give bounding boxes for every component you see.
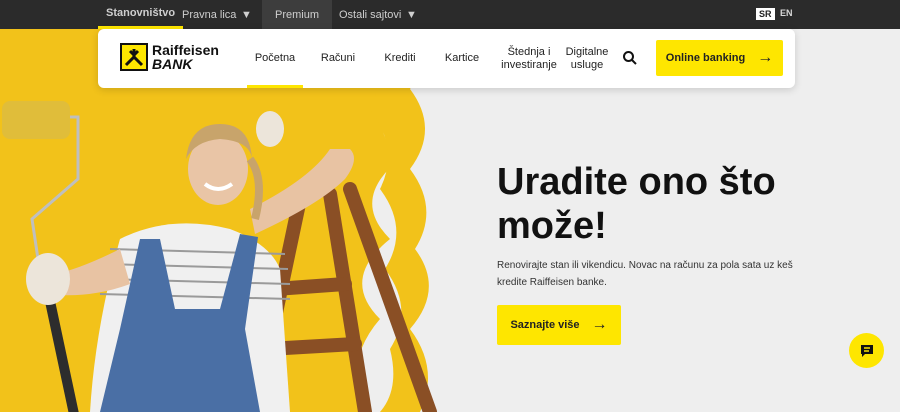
chat-button[interactable]: [849, 333, 884, 368]
chevron-down-icon[interactable]: ▼: [241, 0, 252, 29]
raiffeisen-logo-icon: [120, 43, 148, 71]
segment-pravna-lica[interactable]: Pravna lica: [182, 0, 236, 29]
nav-item-racuni[interactable]: Računi: [316, 29, 360, 88]
logo-text: Raiffeisen BANK: [152, 43, 219, 71]
online-banking-button[interactable]: Online banking →: [656, 40, 783, 76]
cta-label: Saznajte više: [510, 319, 580, 331]
paint-roller: [2, 101, 70, 139]
nav-item-pocetna[interactable]: Početna: [247, 29, 303, 88]
segment-premium[interactable]: Premium: [262, 0, 332, 29]
online-banking-label: Online banking: [665, 52, 746, 64]
arrow-right-icon: →: [591, 316, 608, 333]
segment-stanovnistvo[interactable]: Stanovništvo: [98, 0, 184, 29]
nav-item-krediti[interactable]: Krediti: [378, 29, 422, 88]
hero-text: Renovirajte stan ili vikendicu. Novac na…: [497, 260, 793, 288]
logo-line-2: BANK: [152, 56, 193, 72]
nav-item-stednja[interactable]: Štednja i investiranje: [501, 29, 557, 88]
lang-en[interactable]: EN: [780, 8, 793, 18]
main-nav: Raiffeisen BANK Početna Računi Krediti K…: [98, 29, 795, 88]
nav-item-kartice[interactable]: Kartice: [440, 29, 484, 88]
top-bar: Stanovništvo Pravna lica ▼ Premium Ostal…: [0, 0, 900, 29]
hero-title: Uradite ono što može!: [497, 161, 776, 247]
logo[interactable]: Raiffeisen BANK: [120, 43, 219, 71]
arrow-right-icon: →: [757, 49, 774, 66]
search-icon[interactable]: [622, 50, 638, 66]
segment-ostali-sajtovi[interactable]: Ostali sajtovi: [339, 0, 401, 29]
chat-icon: [860, 344, 873, 357]
chevron-down-icon[interactable]: ▼: [406, 0, 417, 29]
nav-item-digitalne-usluge[interactable]: Digitalne usluge: [562, 29, 612, 88]
logo-line-1: Raiffeisen: [152, 42, 219, 58]
lang-sr[interactable]: SR: [756, 8, 775, 20]
saznajte-vise-button[interactable]: Saznajte više →: [497, 305, 621, 345]
